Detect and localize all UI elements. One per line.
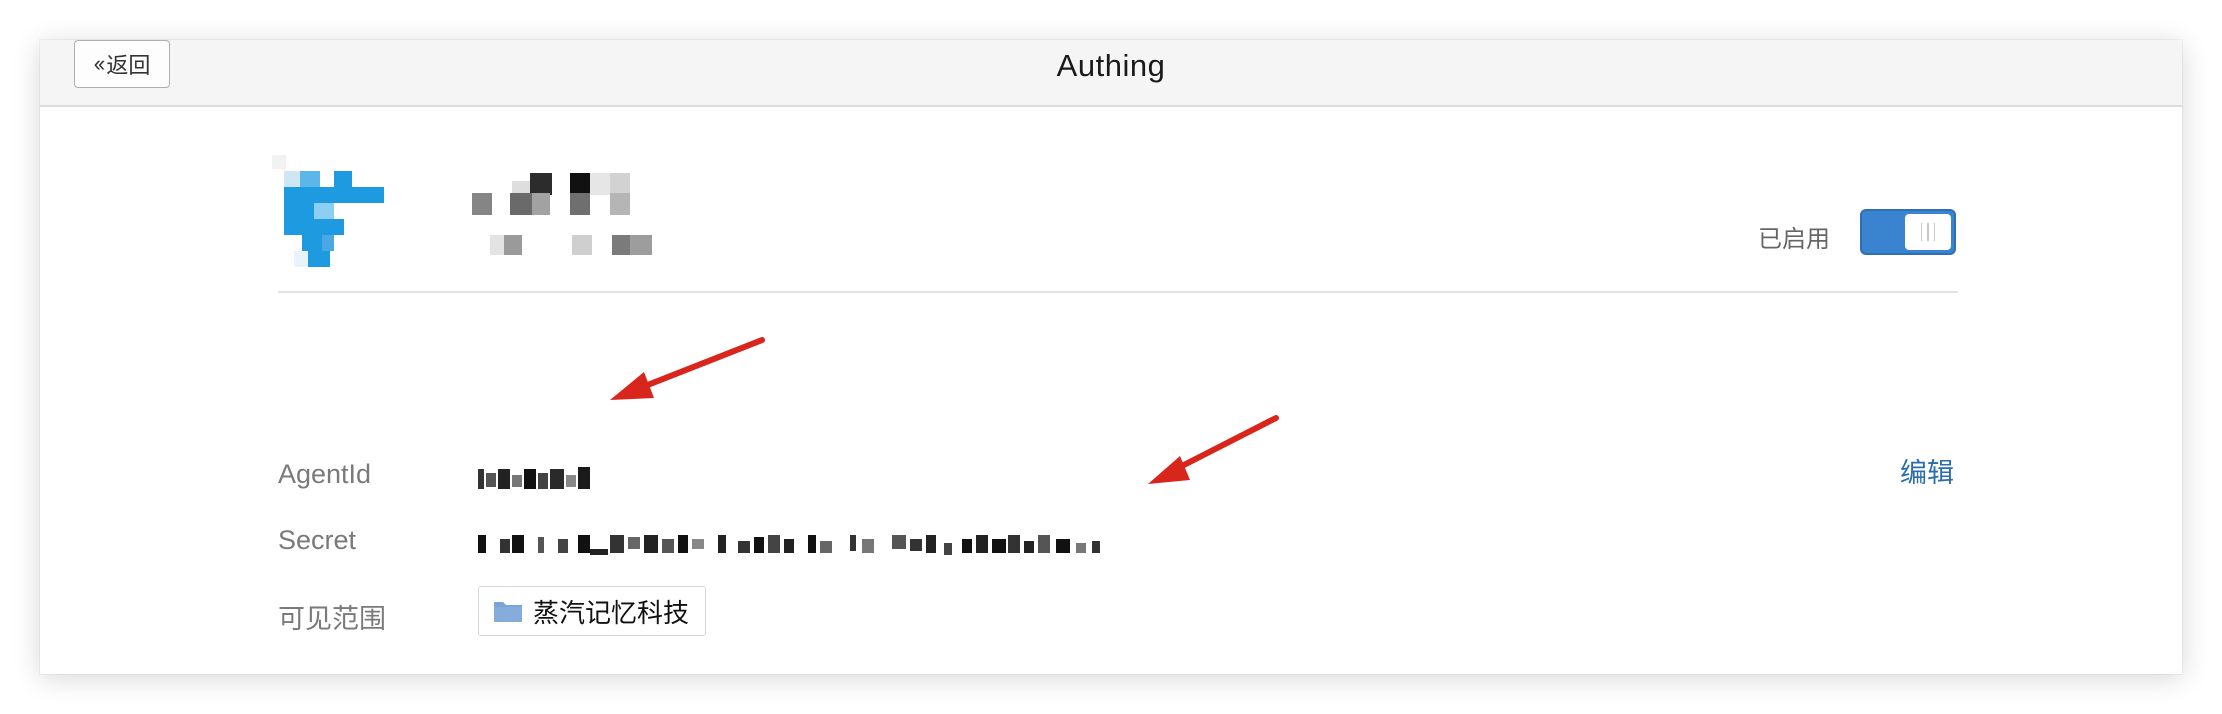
title-bar: ‹‹ 返回 Authing (40, 40, 2182, 107)
folder-icon (494, 602, 522, 622)
window-title: Authing (1056, 48, 1166, 83)
app-window: ‹‹ 返回 Authing 已启用 AgentId 编辑 Secret 可见范围… (40, 40, 2182, 674)
secret-value-redacted (478, 535, 1100, 555)
edit-link[interactable]: 编辑 (1900, 451, 1954, 490)
agent-id-value-redacted (478, 467, 590, 489)
status-label: 已启用 (1758, 226, 1830, 253)
app-name-redacted (472, 173, 652, 255)
app-detail-panel: 已启用 AgentId 编辑 Secret 可见范围 蒸汽记忆科技 (40, 107, 2182, 674)
enable-toggle[interactable] (1860, 209, 1956, 255)
secret-label: Secret (278, 525, 357, 555)
app-logo (272, 155, 384, 267)
scope-label: 可见范围 (278, 604, 386, 634)
scope-chip[interactable]: 蒸汽记忆科技 (478, 586, 707, 636)
agent-id-label: AgentId (278, 459, 372, 489)
divider-top (278, 291, 1958, 293)
toggle-knob (1905, 214, 1951, 250)
scope-value: 蒸汽记忆科技 (533, 597, 690, 628)
